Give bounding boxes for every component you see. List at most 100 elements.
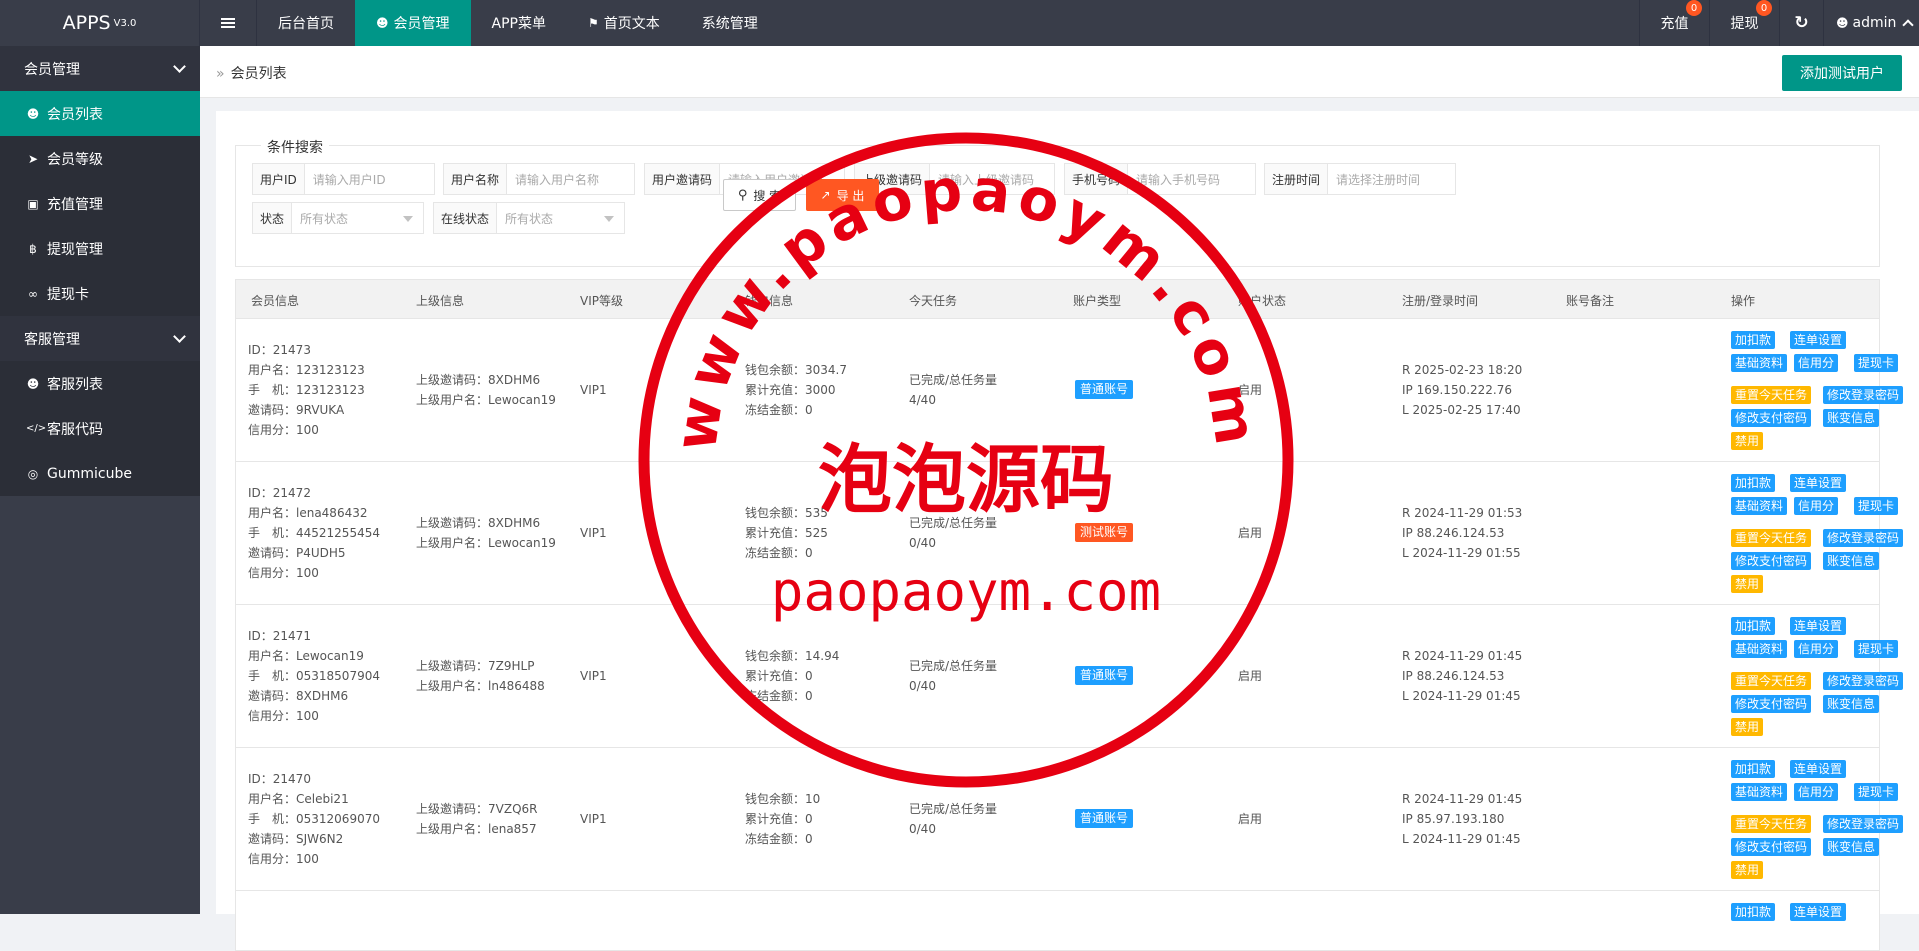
op-button-0[interactable]: 加扣款 <box>1731 474 1776 492</box>
op-button-5[interactable]: 重置今天任务 <box>1731 529 1812 547</box>
op-button-4[interactable]: 提现卡 <box>1854 497 1899 515</box>
op-button-5[interactable]: 重置今天任务 <box>1731 386 1812 404</box>
export-button[interactable]: ↗ 导 出 <box>806 179 879 211</box>
balance: 钱包余额：3034.7 <box>745 363 847 377</box>
recharge-button[interactable]: 充值 0 <box>1639 0 1709 46</box>
op-button-1[interactable]: 连单设置 <box>1790 617 1847 635</box>
op-button-7[interactable]: 修改支付密码 <box>1731 409 1812 427</box>
op-button-0[interactable]: 加扣款 <box>1731 617 1776 635</box>
add-test-user-button[interactable]: 添加测试用户 <box>1782 55 1902 91</box>
sidebar-item-withdraw[interactable]: ฿ 提现管理 <box>0 226 200 271</box>
nav-home[interactable]: 后台首页 <box>257 0 355 46</box>
account-type-badge: 测试账号 <box>1075 523 1134 542</box>
sidebar-group-member[interactable]: 会员管理 <box>0 46 200 91</box>
op-button-4[interactable]: 提现卡 <box>1854 640 1899 658</box>
op-button-0[interactable]: 加扣款 <box>1731 903 1776 921</box>
reg-time-input[interactable]: 请选择注册时间 <box>1328 164 1455 194</box>
op-button-2[interactable]: 基础资料 <box>1731 497 1788 515</box>
menu-toggle-button[interactable] <box>200 0 257 46</box>
member-info-cell: ID：21470 用户名：Celebi21 手 机：05312069070 邀请码：S… <box>248 769 380 869</box>
op-button-7[interactable]: 修改支付密码 <box>1731 552 1812 570</box>
op-button-9[interactable]: 禁用 <box>1731 861 1764 879</box>
op-button-8[interactable]: 账变信息 <box>1823 695 1880 713</box>
withdraw-count-badge: 0 <box>1756 0 1772 16</box>
op-button-6[interactable]: 修改登录密码 <box>1823 815 1904 833</box>
op-button-2[interactable]: 基础资料 <box>1731 640 1788 658</box>
op-button-6[interactable]: 修改登录密码 <box>1823 672 1904 690</box>
op-button-8[interactable]: 账变信息 <box>1823 409 1880 427</box>
user-icon: ☻ <box>26 106 40 121</box>
breadcrumb-current[interactable]: 会员列表 <box>231 66 287 82</box>
op-button-4[interactable]: 提现卡 <box>1854 354 1899 372</box>
time-login: L 2024-11-29 01:45 <box>1402 689 1521 703</box>
nav-app-menu-label: APP菜单 <box>491 16 546 32</box>
op-button-0[interactable]: 加扣款 <box>1731 760 1776 778</box>
op-button-3[interactable]: 信用分 <box>1794 497 1839 515</box>
op-button-1[interactable]: 连单设置 <box>1790 474 1847 492</box>
balance: 钱包余额：535 <box>745 506 828 520</box>
time-reg: R 2024-11-29 01:45 <box>1402 649 1523 663</box>
phone-input[interactable]: 请输入手机号码 <box>1128 164 1255 194</box>
user-id-input[interactable]: 请输入用户ID <box>305 164 434 194</box>
sidebar-item-gummicube[interactable]: ◎ Gummicube <box>0 451 200 496</box>
op-button-7[interactable]: 修改支付密码 <box>1731 695 1812 713</box>
sidebar-item-withdraw-card[interactable]: ∞ 提现卡 <box>0 271 200 316</box>
op-button-8[interactable]: 账变信息 <box>1823 552 1880 570</box>
export-icon: ↗ <box>820 188 831 202</box>
op-button-4[interactable]: 提现卡 <box>1854 783 1899 801</box>
op-button-2[interactable]: 基础资料 <box>1731 354 1788 372</box>
status-select[interactable]: 状态 所有状态 <box>252 202 424 234</box>
sidebar-item-service-list[interactable]: ☻ 客服列表 <box>0 361 200 406</box>
status-select-value[interactable]: 所有状态 <box>292 203 423 233</box>
frozen: 冻结金额：0 <box>745 546 813 560</box>
op-button-0[interactable]: 加扣款 <box>1731 331 1776 349</box>
op-button-1[interactable]: 连单设置 <box>1790 760 1847 778</box>
task-value: 0/40 <box>909 822 936 836</box>
user-menu[interactable]: ☻ admin <box>1823 0 1919 46</box>
sidebar-group-service[interactable]: 客服管理 <box>0 316 200 361</box>
refresh-icon[interactable]: ↻ <box>1779 0 1823 46</box>
op-button-6[interactable]: 修改登录密码 <box>1823 529 1904 547</box>
account-type-badge: 普通账号 <box>1075 666 1134 685</box>
op-button-8[interactable]: 账变信息 <box>1823 838 1880 856</box>
op-button-6[interactable]: 修改登录密码 <box>1823 386 1904 404</box>
parent-code-input[interactable]: 请输入上级邀请码 <box>930 164 1054 194</box>
online-status-select[interactable]: 在线状态 所有状态 <box>433 202 625 234</box>
content-card: 条件搜索 用户ID请输入用户ID 用户名称请输入用户名称 用户邀请码请输入用户邀… <box>216 111 1919 951</box>
parent-name: 上级用户名：Lewocan19 <box>416 393 556 407</box>
op-button-1[interactable]: 连单设置 <box>1790 903 1847 921</box>
username-input[interactable]: 请输入用户名称 <box>507 164 634 194</box>
nav-homepage-text[interactable]: ⚑ 首页文本 <box>567 0 681 46</box>
total-recharge: 累计充值：525 <box>745 526 828 540</box>
op-button-3[interactable]: 信用分 <box>1794 354 1839 372</box>
op-button-9[interactable]: 禁用 <box>1731 432 1764 450</box>
member-invite: 邀请码：8XDHM6 <box>248 689 349 703</box>
op-button-9[interactable]: 禁用 <box>1731 575 1764 593</box>
reg-login-cell: R 2024-11-29 01:45 IP 88.246.124.53 L 2024… <box>1402 646 1522 706</box>
member-phone: 手 机：05318507904 <box>248 669 380 683</box>
sidebar-item-recharge[interactable]: ▣ 充值管理 <box>0 181 200 226</box>
op-button-2[interactable]: 基础资料 <box>1731 783 1788 801</box>
member-credit: 信用分：100 <box>248 709 319 723</box>
search-button[interactable]: ⚲ 搜 索 <box>723 179 796 211</box>
sidebar-item-member-list[interactable]: ☻ 会员列表 <box>0 91 200 136</box>
op-button-5[interactable]: 重置今天任务 <box>1731 815 1812 833</box>
nav-system-management[interactable]: 系统管理 <box>681 0 779 46</box>
op-button-9[interactable]: 禁用 <box>1731 718 1764 736</box>
op-button-5[interactable]: 重置今天任务 <box>1731 672 1812 690</box>
op-button-1[interactable]: 连单设置 <box>1790 331 1847 349</box>
op-button-3[interactable]: 信用分 <box>1794 640 1839 658</box>
online-status-select-value[interactable]: 所有状态 <box>497 203 624 233</box>
member-credit: 信用分：100 <box>248 423 319 437</box>
app-logo[interactable]: APPS V3.0 <box>0 0 200 46</box>
vip-level: VIP1 <box>580 812 607 826</box>
withdraw-button[interactable]: 提现 0 <box>1709 0 1779 46</box>
op-button-3[interactable]: 信用分 <box>1794 783 1839 801</box>
nav-member-management[interactable]: ☻ 会员管理 <box>355 0 471 46</box>
sidebar-item-service-code[interactable]: </> 客服代码 <box>0 406 200 451</box>
nav-app-menu[interactable]: APP菜单 <box>471 0 567 46</box>
member-info-cell: ID：21473 用户名：123123123 手 机：123123123 邀请码：9R… <box>248 340 365 440</box>
member-info-cell: ID：21471 用户名：Lewocan19 手 机：05318507904 邀请码：… <box>248 626 380 726</box>
op-button-7[interactable]: 修改支付密码 <box>1731 838 1812 856</box>
sidebar-item-member-level[interactable]: ➤ 会员等级 <box>0 136 200 181</box>
